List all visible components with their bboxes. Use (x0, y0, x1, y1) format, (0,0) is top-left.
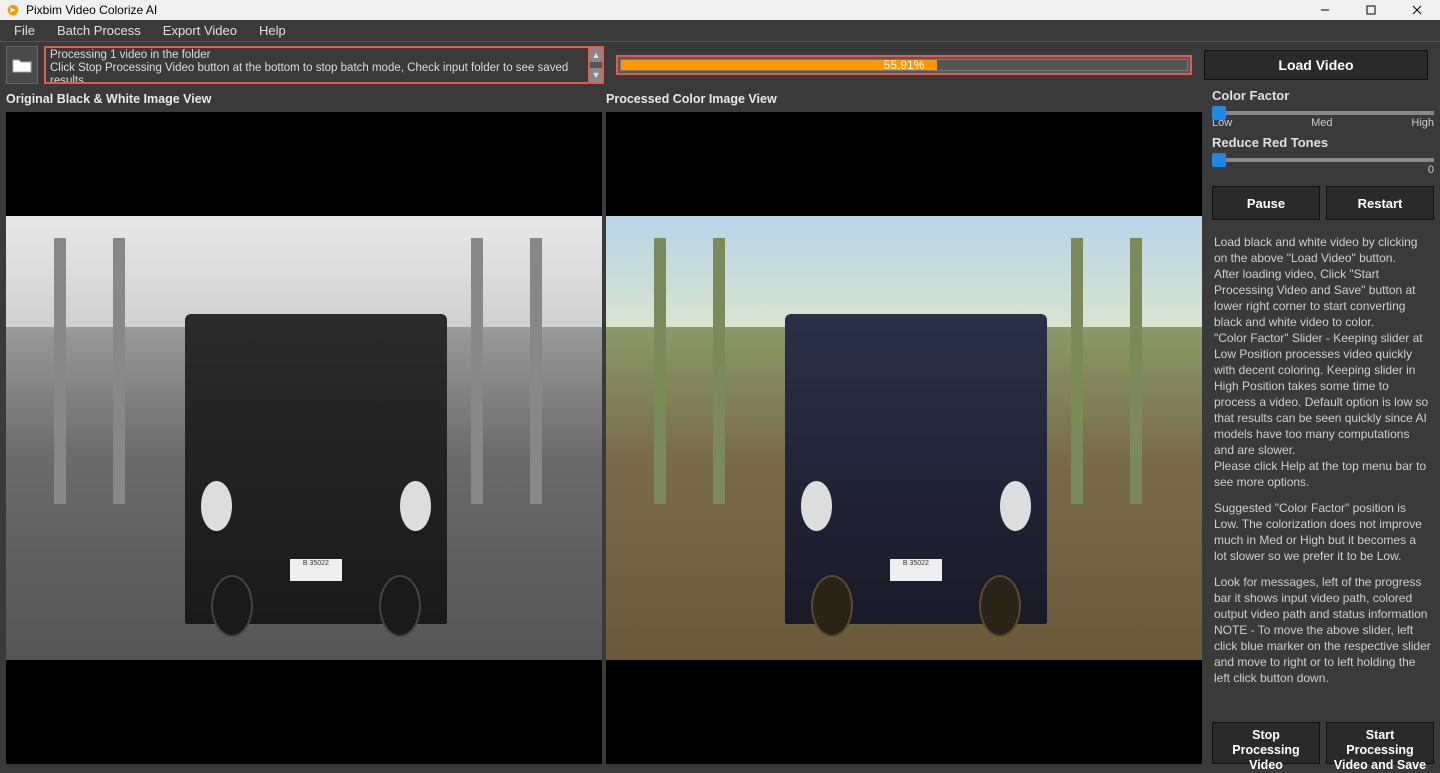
scroll-up-icon[interactable]: ▲ (590, 48, 602, 62)
color-factor-slider[interactable] (1212, 111, 1434, 115)
tick-high: High (1411, 117, 1434, 129)
original-view-canvas: B 35022 (6, 112, 602, 764)
progress-text: 55.91% (884, 58, 925, 72)
stop-processing-button[interactable]: Stop Processing Video (1212, 722, 1320, 764)
pause-button[interactable]: Pause (1212, 186, 1320, 220)
menu-batch-process[interactable]: Batch Process (47, 21, 151, 40)
reduce-red-slider[interactable] (1212, 158, 1434, 162)
menu-file[interactable]: File (4, 21, 45, 40)
original-image: B 35022 (6, 216, 602, 659)
load-video-button[interactable]: Load Video (1204, 50, 1428, 80)
tick-zero: 0 (1428, 164, 1434, 176)
toolbar: Processing 1 video in the folder Click S… (0, 42, 1440, 88)
app-icon (6, 3, 20, 17)
log-panel: Processing 1 video in the folder Click S… (44, 46, 604, 84)
progress-bar-wrap: 55.91% (610, 46, 1198, 84)
help-text: Load black and white video by clicking o… (1212, 226, 1434, 716)
reduce-red-thumb[interactable] (1212, 153, 1226, 167)
open-folder-button[interactable] (6, 46, 38, 84)
folder-icon (12, 57, 32, 73)
processed-view-label: Processed Color Image View (606, 88, 1202, 112)
color-factor-label: Color Factor (1212, 88, 1434, 103)
sidebar: Color Factor Low Med High Reduce Red Ton… (1206, 88, 1440, 770)
start-processing-button[interactable]: Start Processing Video and Save (1326, 722, 1434, 764)
tick-med: Med (1311, 117, 1332, 129)
close-button[interactable] (1394, 0, 1440, 20)
menu-export-video[interactable]: Export Video (153, 21, 247, 40)
reduce-red-slider-group: Reduce Red Tones 0 (1212, 135, 1434, 176)
original-view-pane: Original Black & White Image View B 3502… (6, 88, 602, 764)
menu-help[interactable]: Help (249, 21, 296, 40)
color-factor-thumb[interactable] (1212, 106, 1226, 120)
color-factor-slider-group: Color Factor Low Med High (1212, 88, 1434, 129)
reduce-red-label: Reduce Red Tones (1212, 135, 1434, 150)
scroll-down-icon[interactable]: ▼ (590, 68, 602, 82)
log-scrollbar[interactable]: ▲ ▼ (590, 46, 604, 84)
restart-button[interactable]: Restart (1326, 186, 1434, 220)
processed-view-pane: Processed Color Image View B 35022 (606, 88, 1202, 764)
original-view-label: Original Black & White Image View (6, 88, 602, 112)
processed-view-canvas: B 35022 (606, 112, 1202, 764)
maximize-button[interactable] (1348, 0, 1394, 20)
titlebar: Pixbim Video Colorize AI (0, 0, 1440, 20)
menubar: File Batch Process Export Video Help (0, 20, 1440, 42)
log-text: Processing 1 video in the folder Click S… (44, 46, 590, 84)
minimize-button[interactable] (1302, 0, 1348, 20)
window-title: Pixbim Video Colorize AI (26, 3, 157, 17)
processed-image: B 35022 (606, 216, 1202, 659)
progress-bar: 55.91% (616, 55, 1192, 75)
